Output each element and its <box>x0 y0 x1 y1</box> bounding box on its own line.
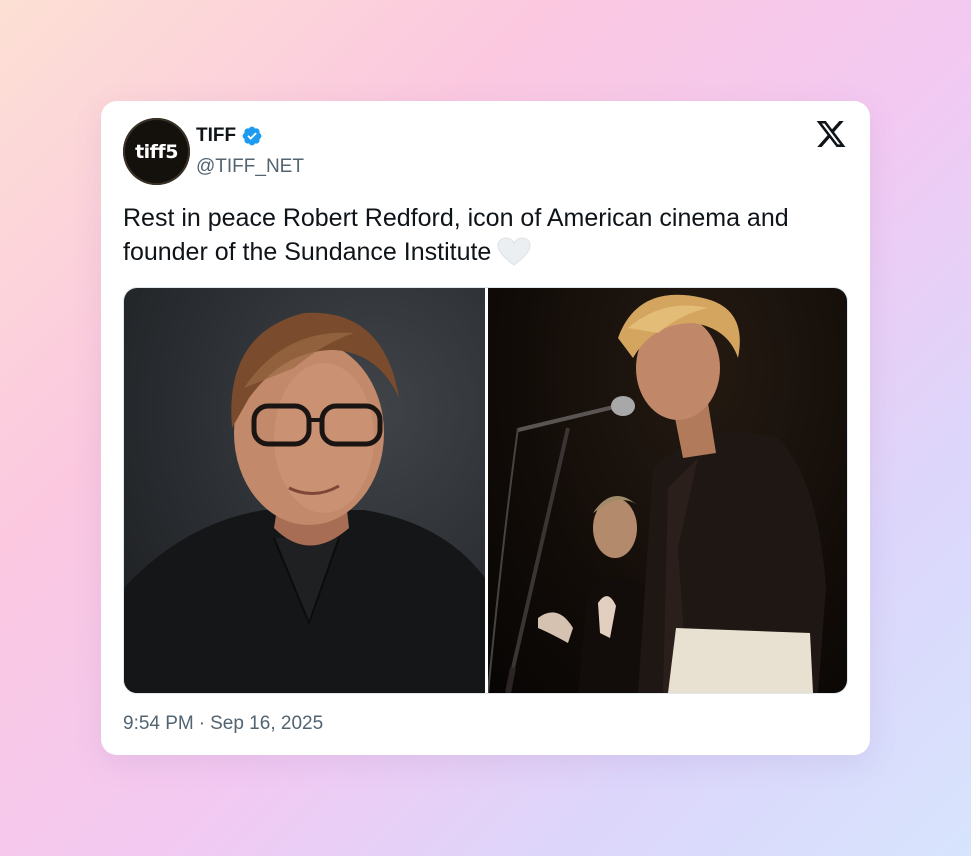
tweet-time: 9:54 PM <box>123 713 194 734</box>
verified-badge-icon <box>241 125 263 147</box>
tweet-card[interactable]: tiff5 TIFF @TIFF_NET Rest in peace Rober… <box>101 101 870 755</box>
white-heart-icon <box>497 237 531 267</box>
author-handle[interactable]: @TIFF_NET <box>196 156 304 178</box>
timestamp-separator: · <box>198 713 206 734</box>
tweet-text: Rest in peace Robert Redford, icon of Am… <box>123 201 843 269</box>
tweet-timestamp[interactable]: 9:54 PM · Sep 16, 2025 <box>123 713 323 735</box>
media-grid <box>123 287 848 694</box>
avatar-logo-text: tiff5 <box>135 140 178 163</box>
author-name-row: TIFF <box>196 125 263 147</box>
tweet-text-body: Rest in peace Robert Redford, icon of Am… <box>123 204 789 266</box>
portrait-photo[interactable] <box>124 288 485 693</box>
tweet-date: Sep 16, 2025 <box>210 713 324 734</box>
x-logo-icon[interactable] <box>815 118 847 150</box>
author-display-name[interactable]: TIFF <box>196 125 236 147</box>
avatar[interactable]: tiff5 <box>123 118 190 185</box>
stage-microphone-photo[interactable] <box>488 288 847 693</box>
